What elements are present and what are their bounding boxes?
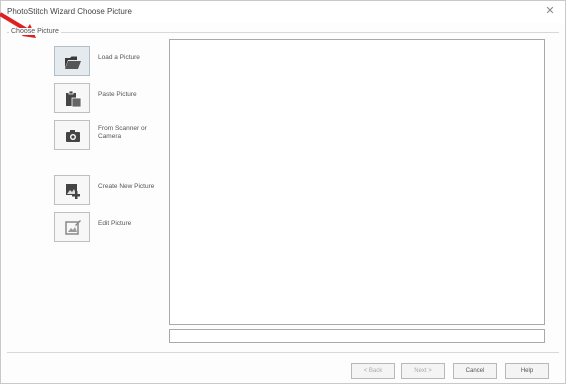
scanner-camera-button[interactable]: [54, 120, 90, 150]
footer-divider: [7, 352, 559, 353]
new-picture-icon: [66, 184, 80, 199]
edit-picture-option[interactable]: Edit Picture: [54, 212, 169, 242]
create-new-picture-option[interactable]: Create New Picture: [54, 175, 169, 205]
scanner-camera-label: From Scanner or Camera: [98, 125, 147, 140]
load-picture-button[interactable]: [54, 46, 90, 76]
section-divider: [7, 32, 559, 33]
help-button[interactable]: Help: [505, 363, 549, 379]
folder-open-icon: [65, 56, 81, 69]
scanner-camera-option[interactable]: From Scanner or Camera: [54, 120, 169, 150]
title-bar: PhotoStitch Wizard Choose Picture ✕: [1, 1, 565, 23]
paste-picture-label: Paste Picture: [98, 91, 137, 98]
close-button[interactable]: ✕: [543, 4, 557, 18]
paste-icon: [66, 90, 82, 108]
next-button[interactable]: Next >: [401, 363, 445, 379]
load-picture-option[interactable]: Load a Picture: [54, 46, 169, 76]
edit-picture-button[interactable]: [54, 212, 90, 242]
create-new-picture-label: Create New Picture: [98, 183, 155, 190]
create-new-picture-button[interactable]: [54, 175, 90, 205]
photostitch-wizard-dialog: PhotoStitch Wizard Choose Picture ✕ Choo…: [0, 0, 566, 384]
picture-preview-area: [169, 39, 545, 325]
cancel-button[interactable]: Cancel: [453, 363, 497, 379]
paste-picture-option[interactable]: Paste Picture: [54, 83, 169, 113]
edit-picture-icon: [65, 220, 81, 235]
camera-icon: [66, 130, 80, 142]
section-label: Choose Picture: [9, 28, 61, 35]
back-button[interactable]: < Back: [351, 363, 395, 379]
edit-picture-label: Edit Picture: [98, 220, 132, 227]
paste-picture-button[interactable]: [54, 83, 90, 113]
load-picture-label: Load a Picture: [98, 54, 140, 61]
picture-info-field: [169, 329, 545, 343]
